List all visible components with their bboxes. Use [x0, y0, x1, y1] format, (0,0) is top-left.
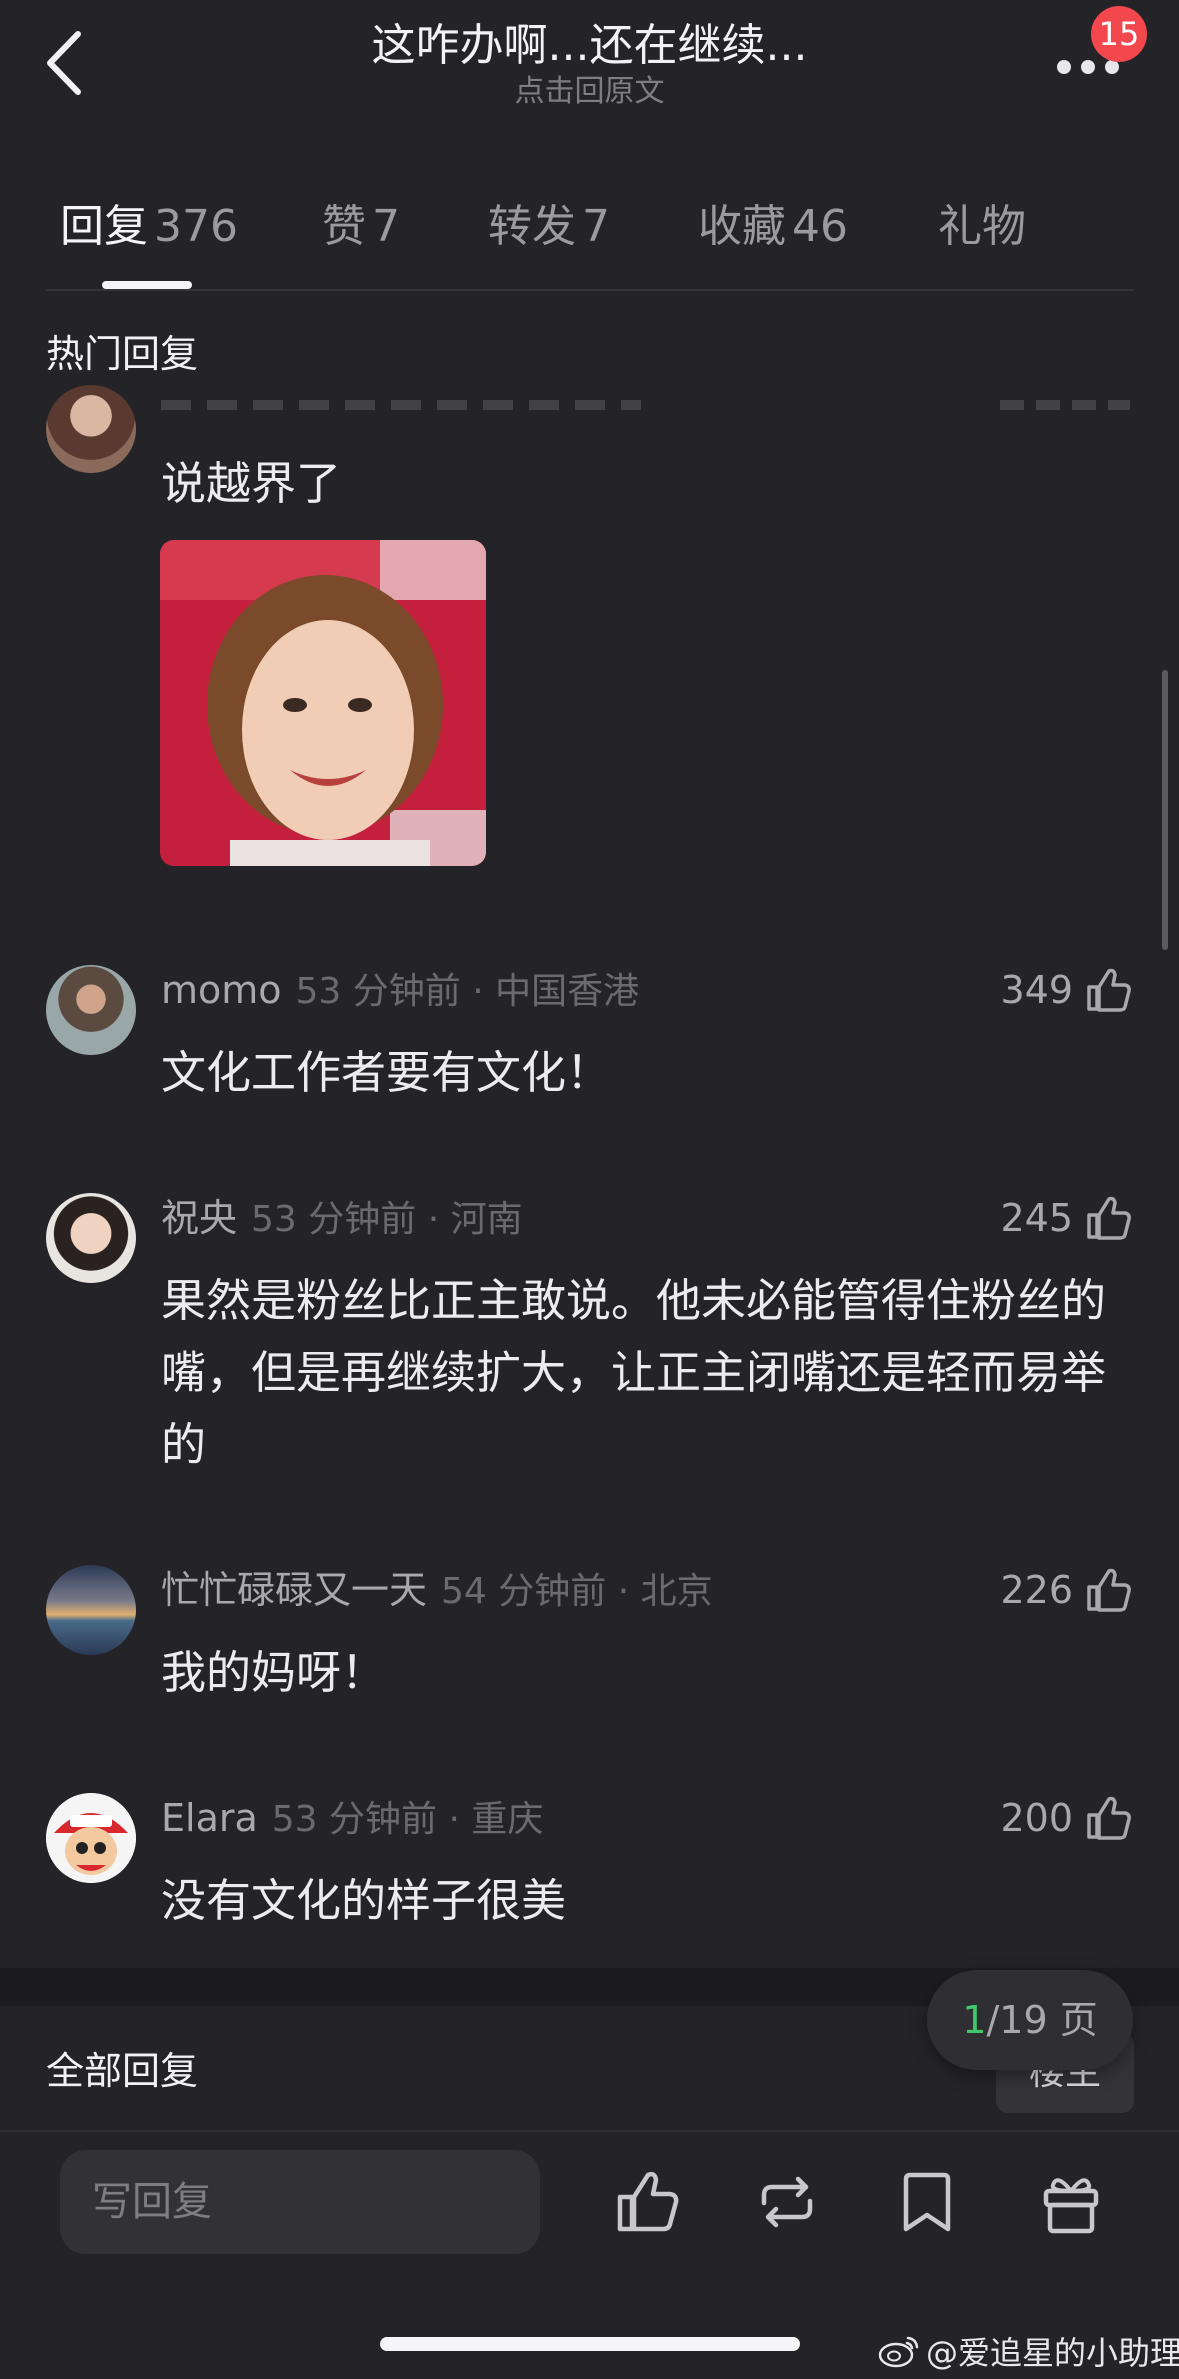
- like-count: 200: [1000, 1796, 1073, 1840]
- tab-label: 礼物: [938, 201, 1026, 252]
- favorite-button[interactable]: [892, 2167, 962, 2237]
- tab-count: 7: [372, 201, 400, 252]
- like-button[interactable]: 200: [1000, 1793, 1133, 1843]
- username[interactable]: 祝央: [161, 1196, 237, 1240]
- thumb-up-icon: [1087, 1568, 1131, 1612]
- partial-comment-header: [0, 400, 1179, 430]
- time-location: 53 分钟前 · 重庆: [271, 1799, 544, 1840]
- page-indicator[interactable]: 1/19 页: [927, 1970, 1133, 2070]
- comment-text: 我的妈呀！: [161, 1646, 387, 1699]
- watermark-text: @爱追星的小助理: [926, 2334, 1179, 2372]
- tab-reposts[interactable]: 转发 7: [488, 199, 610, 255]
- active-tab-indicator: [102, 281, 192, 289]
- tab-count: 46: [792, 201, 848, 252]
- tab-likes[interactable]: 赞7: [322, 199, 400, 255]
- tab-label: 回复: [60, 201, 148, 252]
- like-post-button[interactable]: [612, 2167, 682, 2237]
- comment-text: 说越界了: [161, 457, 342, 510]
- nav-header: 这咋办啊...还在继续... 点击回原文 15: [0, 0, 1179, 140]
- more-dot: [1081, 60, 1095, 74]
- comment-meta: 忙忙碌碌又一天 54 分钟前 · 北京: [161, 1565, 713, 1617]
- reply-input[interactable]: 写回复: [60, 2150, 540, 2254]
- avatar[interactable]: [46, 1565, 136, 1655]
- total-pages: /19 页: [986, 1998, 1098, 2042]
- comment-meta: 祝央 53 分钟前 · 河南: [161, 1193, 523, 1245]
- partial-meta: [161, 400, 641, 410]
- hot-replies-title: 热门回复: [46, 332, 199, 376]
- username[interactable]: 忙忙碌碌又一天: [161, 1568, 427, 1612]
- reply-placeholder: 写回复: [92, 2179, 212, 2225]
- thumb-up-icon: [1087, 1796, 1131, 1840]
- notification-badge: 15: [1091, 6, 1147, 62]
- time-location: 53 分钟前 · 河南: [251, 1199, 523, 1240]
- gift-icon: [1043, 2178, 1099, 2234]
- avatar[interactable]: [46, 1193, 136, 1283]
- tab-count: 7: [582, 201, 610, 252]
- tab-label: 收藏: [698, 201, 786, 252]
- tab-replies[interactable]: 回复 376: [60, 199, 238, 255]
- repost-icon: [761, 2176, 813, 2228]
- like-count: 226: [1000, 1568, 1073, 1612]
- username[interactable]: momo: [161, 968, 282, 1012]
- like-button[interactable]: 349: [1000, 965, 1133, 1015]
- time-location: 54 分钟前 · 北京: [441, 1571, 713, 1612]
- tab-label: 赞: [322, 201, 366, 252]
- comment-meta: Elara 53 分钟前 · 重庆: [161, 1793, 543, 1845]
- thumb-up-icon: [617, 2171, 679, 2232]
- title-area[interactable]: 这咋办啊...还在继续... 点击回原文: [0, 18, 1179, 110]
- bookmark-icon: [903, 2172, 951, 2232]
- tab-label: 转发: [488, 201, 576, 252]
- avatar[interactable]: [46, 1793, 136, 1883]
- divider: [0, 2130, 1179, 2132]
- scrollbar[interactable]: [1162, 670, 1168, 950]
- meme-image-icon: [160, 540, 486, 866]
- tab-gifts[interactable]: 礼物: [938, 199, 1026, 255]
- back-to-original-link[interactable]: 点击回原文: [0, 74, 1179, 110]
- like-count: 245: [1000, 1196, 1073, 1240]
- username[interactable]: Elara: [161, 1796, 258, 1840]
- weibo-logo-icon: [878, 2336, 919, 2368]
- like-button[interactable]: 226: [1000, 1565, 1133, 1615]
- all-replies-title: 全部回复: [46, 2049, 199, 2093]
- more-dot: [1105, 60, 1119, 74]
- like-button[interactable]: 245: [1000, 1193, 1133, 1243]
- page-title: 这咋办啊...还在继续...: [371, 20, 808, 71]
- thumb-up-icon: [1087, 1196, 1131, 1240]
- comment-text: 文化工作者要有文化！: [161, 1046, 612, 1099]
- comment-image[interactable]: [160, 540, 486, 866]
- comment-text: 果然是粉丝比正主敢说。他未必能管得住粉丝的嘴，但是再继续扩大，让正主闭嘴还是轻而…: [161, 1274, 1107, 1471]
- like-count: 349: [1000, 968, 1073, 1012]
- avatar[interactable]: [46, 965, 136, 1055]
- partial-likes: [1000, 400, 1130, 410]
- comment-meta: momo 53 分钟前 · 中国香港: [161, 965, 639, 1017]
- current-page: 1: [962, 1998, 987, 2042]
- repost-button[interactable]: [752, 2167, 822, 2237]
- tab-bar: 回复 376 赞7 转发 7 收藏 46 礼物: [0, 185, 1179, 290]
- tab-favorites[interactable]: 收藏 46: [698, 199, 848, 255]
- more-dots-icon: [1057, 60, 1071, 74]
- watermark: @爱追星的小助理: [878, 2328, 1179, 2374]
- gift-button[interactable]: [1036, 2167, 1106, 2237]
- divider: [46, 289, 1134, 291]
- thumb-up-icon: [1087, 968, 1131, 1012]
- home-indicator[interactable]: [380, 2337, 800, 2351]
- time-location: 53 分钟前 · 中国香港: [295, 971, 640, 1012]
- cartoon-avatar-icon: [46, 1793, 136, 1883]
- comment-text: 没有文化的样子很美: [161, 1874, 567, 1927]
- tab-count: 376: [154, 201, 238, 252]
